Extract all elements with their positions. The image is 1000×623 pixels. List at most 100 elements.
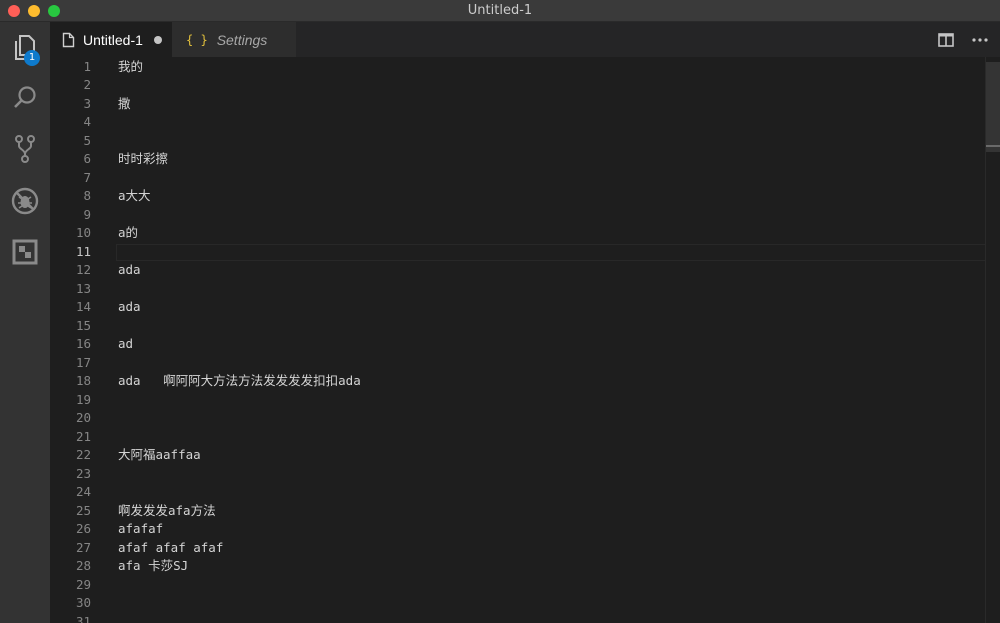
editor-line[interactable]: 10 a的: [50, 224, 985, 243]
line-text[interactable]: a的: [118, 224, 138, 243]
line-number: 1: [83, 58, 91, 74]
activity-bar: 1: [0, 22, 50, 623]
scrollbar-thumb[interactable]: [986, 62, 1000, 152]
editor-line[interactable]: 13: [50, 280, 985, 299]
vertical-scrollbar[interactable]: [985, 57, 1000, 623]
line-number: 7: [83, 169, 91, 185]
editor-line[interactable]: 6 时时彩擦: [50, 150, 985, 169]
line-number: 9: [83, 206, 91, 222]
more-actions-icon[interactable]: [972, 37, 988, 42]
editor-line[interactable]: 19: [50, 391, 985, 410]
line-number: 4: [83, 114, 91, 129]
git-branch-icon: [15, 135, 35, 163]
window-title: Untitled-1: [467, 3, 533, 18]
tab-label: Settings: [216, 31, 268, 48]
editor-line[interactable]: 26 afafaf: [50, 520, 985, 539]
editor-line[interactable]: 3撒: [50, 95, 985, 114]
line-text[interactable]: ad: [118, 335, 133, 354]
dirty-indicator-icon[interactable]: [153, 35, 162, 44]
editor-tab-bar: Untitled-1 { } Settings: [50, 22, 1000, 57]
line-number: 26: [75, 521, 91, 536]
line-number: 30: [75, 595, 91, 610]
line-number: 22: [75, 447, 91, 462]
line-text[interactable]: ada: [118, 261, 141, 280]
line-number: 14: [75, 299, 91, 314]
line-number: 23: [75, 465, 91, 481]
line-text[interactable]: 大阿福aaffaa: [118, 446, 201, 465]
title-bar: Untitled-1: [0, 0, 1000, 22]
explorer-button[interactable]: 1: [0, 24, 50, 72]
editor-line[interactable]: 28 afa 卡莎SJ: [50, 557, 985, 576]
split-editor-icon[interactable]: [938, 32, 954, 47]
line-text[interactable]: ada: [118, 298, 141, 317]
editor-line[interactable]: 8 a大大: [50, 187, 985, 206]
line-text[interactable]: afa 卡莎SJ: [118, 557, 188, 576]
editor-line[interactable]: 27 afaf afaf afaf: [50, 539, 985, 558]
line-number: 28: [75, 558, 91, 573]
text-editor[interactable]: 1 我的 2 3 撒 4 5 6 时时彩擦 7 8 a大大 9 10 a的 11 12 ada 13 14 ada 15 1…: [50, 57, 985, 623]
editor-line[interactable]: 16 ad: [50, 335, 985, 354]
line-number: 29: [75, 576, 91, 592]
extensions-icon: [12, 239, 38, 265]
editor-line[interactable]: 29: [50, 576, 985, 595]
editor-line[interactable]: 11: [50, 243, 985, 262]
line-number: 31: [75, 613, 91, 623]
line-number: 6: [83, 151, 91, 166]
line-number: 25: [75, 502, 91, 518]
editor-line[interactable]: 12 ada: [50, 261, 985, 280]
debug-button[interactable]: [0, 177, 50, 225]
line-text[interactable]: afaf afaf afaf: [118, 539, 223, 558]
tab-label: Untitled-1: [83, 31, 143, 48]
braces-icon: { }: [186, 32, 208, 47]
line-number: 3: [83, 95, 91, 111]
line-number: 2: [83, 77, 91, 92]
editor-line[interactable]: 21: [50, 428, 985, 447]
search-icon: [14, 86, 36, 108]
line-number: 27: [75, 539, 91, 555]
editor-line[interactable]: 18 ada 啊阿阿大方法方法发发发发扣扣ada: [50, 372, 985, 391]
line-text[interactable]: 撒: [118, 95, 131, 114]
editor-line[interactable]: 1 我的: [50, 58, 985, 77]
line-number: 15: [75, 317, 91, 333]
editor-line[interactable]: 14 ada: [50, 298, 985, 317]
editor-line[interactable]: 2: [50, 76, 985, 95]
line-number: 19: [75, 391, 91, 407]
line-number: 11: [75, 243, 91, 259]
line-text[interactable]: afafaf: [118, 520, 163, 539]
editor-line[interactable]: 5: [50, 132, 985, 151]
line-text[interactable]: a大大: [118, 187, 151, 206]
editor-line[interactable]: 30: [50, 594, 985, 613]
line-text[interactable]: 啊发发发afa方法: [118, 502, 216, 521]
line-number: 24: [75, 484, 91, 499]
editor-line[interactable]: 9: [50, 206, 985, 225]
editor-line[interactable]: 17: [50, 354, 985, 373]
line-number: 18: [75, 373, 91, 388]
editor-line[interactable]: 23: [50, 465, 985, 484]
editor-line[interactable]: 4: [50, 113, 985, 132]
extensions-button[interactable]: [0, 228, 50, 276]
line-text[interactable]: 时时彩擦: [118, 150, 168, 169]
line-text[interactable]: ada 啊阿阿大方法方法发发发发扣扣ada: [118, 372, 361, 391]
tab-untitled-1[interactable]: Untitled-1: [50, 22, 172, 57]
editor-line[interactable]: 24: [50, 483, 985, 502]
explorer-badge: 1: [24, 50, 40, 66]
line-number: 17: [75, 354, 91, 370]
line-number: 10: [75, 225, 91, 240]
editor-line[interactable]: 7: [50, 169, 985, 188]
line-number: 13: [75, 280, 91, 296]
line-number: 21: [75, 428, 91, 444]
line-number: 20: [75, 410, 91, 425]
line-text[interactable]: 我的: [118, 58, 143, 77]
line-number: 12: [75, 262, 91, 277]
editor-line[interactable]: 22 大阿福aaffaa: [50, 446, 985, 465]
search-button[interactable]: [0, 74, 50, 122]
editor-line[interactable]: 31: [50, 613, 985, 623]
cursor-position-marker: [986, 145, 1000, 147]
editor-line[interactable]: 25 啊发发发afa方法: [50, 502, 985, 521]
current-line-highlight: [116, 243, 985, 261]
source-control-button[interactable]: [0, 125, 50, 173]
editor-line[interactable]: 20: [50, 409, 985, 428]
editor-line[interactable]: 15: [50, 317, 985, 336]
tab-settings[interactable]: { } Settings: [172, 22, 296, 57]
editor-actions: [938, 22, 988, 57]
